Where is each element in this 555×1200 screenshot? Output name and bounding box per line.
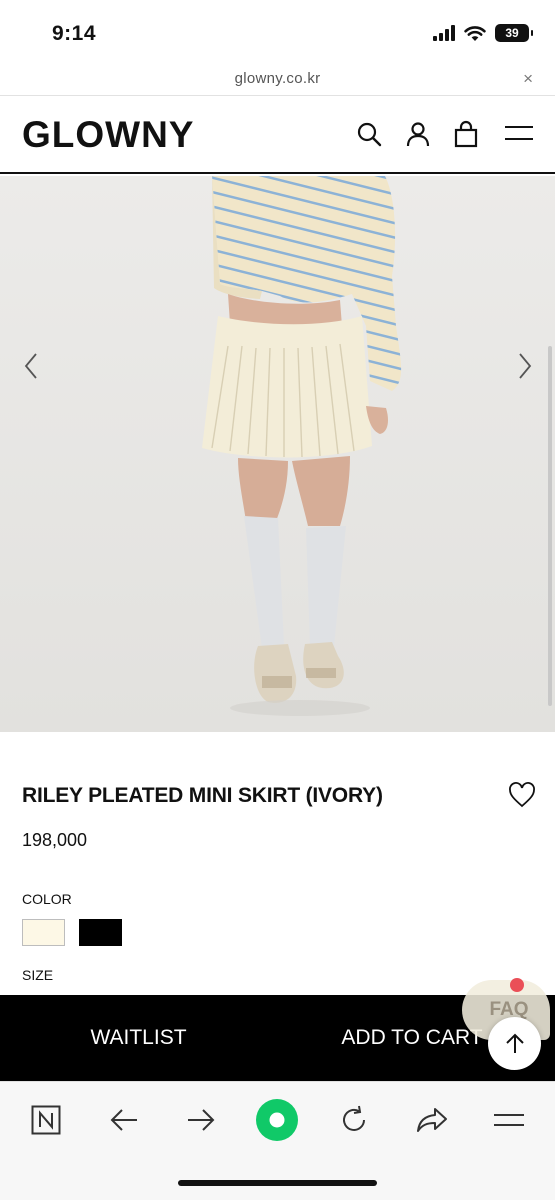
- home-button[interactable]: [255, 1098, 299, 1142]
- green-home-icon: [256, 1099, 298, 1141]
- arrow-up-icon: [505, 1033, 524, 1053]
- wifi-icon: [464, 25, 486, 41]
- share-icon: [417, 1108, 447, 1132]
- url-text[interactable]: glowny.co.kr: [0, 70, 555, 87]
- heart-icon[interactable]: [508, 782, 536, 808]
- notification-badge: [510, 978, 524, 992]
- battery-level: 39: [505, 26, 519, 40]
- size-label: SIZE: [22, 967, 54, 983]
- home-indicator[interactable]: [178, 1180, 377, 1186]
- color-label: COLOR: [22, 891, 72, 907]
- back-button[interactable]: [102, 1098, 146, 1142]
- status-bar: 9:14 39: [0, 0, 555, 66]
- address-bar[interactable]: glowny.co.kr ×: [0, 66, 555, 96]
- menu-icon[interactable]: [504, 120, 534, 148]
- scroll-to-top-button[interactable]: [488, 1017, 541, 1070]
- site-logo[interactable]: GLOWNY: [22, 114, 194, 156]
- site-header: GLOWNY: [0, 96, 555, 174]
- product-name: RILEY PLEATED MINI SKIRT (IVORY): [22, 784, 383, 807]
- product-photo: [0, 176, 555, 732]
- battery-icon: 39: [495, 24, 533, 42]
- status-icons: 39: [433, 24, 533, 42]
- browser-menu-button[interactable]: [487, 1098, 531, 1142]
- naver-icon: [31, 1105, 61, 1135]
- account-icon[interactable]: [404, 120, 432, 148]
- forward-arrow-icon: [188, 1109, 215, 1131]
- product-price: 198,000: [22, 830, 88, 850]
- refresh-button[interactable]: [332, 1098, 376, 1142]
- forward-button[interactable]: [179, 1098, 223, 1142]
- search-icon[interactable]: [355, 120, 383, 148]
- menu-icon: [494, 1114, 524, 1126]
- waitlist-button[interactable]: WAITLIST: [0, 995, 277, 1081]
- color-swatch-ivory[interactable]: [22, 919, 65, 946]
- refresh-icon: [343, 1105, 365, 1131]
- product-image[interactable]: [0, 176, 555, 732]
- close-icon[interactable]: ×: [523, 69, 533, 89]
- color-swatch-black[interactable]: [79, 919, 122, 946]
- naver-button[interactable]: [24, 1098, 68, 1142]
- next-image-arrow-icon[interactable]: [510, 346, 540, 386]
- share-button[interactable]: [410, 1098, 454, 1142]
- back-arrow-icon: [110, 1109, 137, 1131]
- prev-image-arrow-icon[interactable]: [16, 346, 46, 386]
- scrollbar[interactable]: [548, 346, 552, 706]
- bag-icon[interactable]: [452, 120, 480, 148]
- status-time: 9:14: [52, 22, 97, 45]
- cellular-signal-icon: [433, 25, 455, 41]
